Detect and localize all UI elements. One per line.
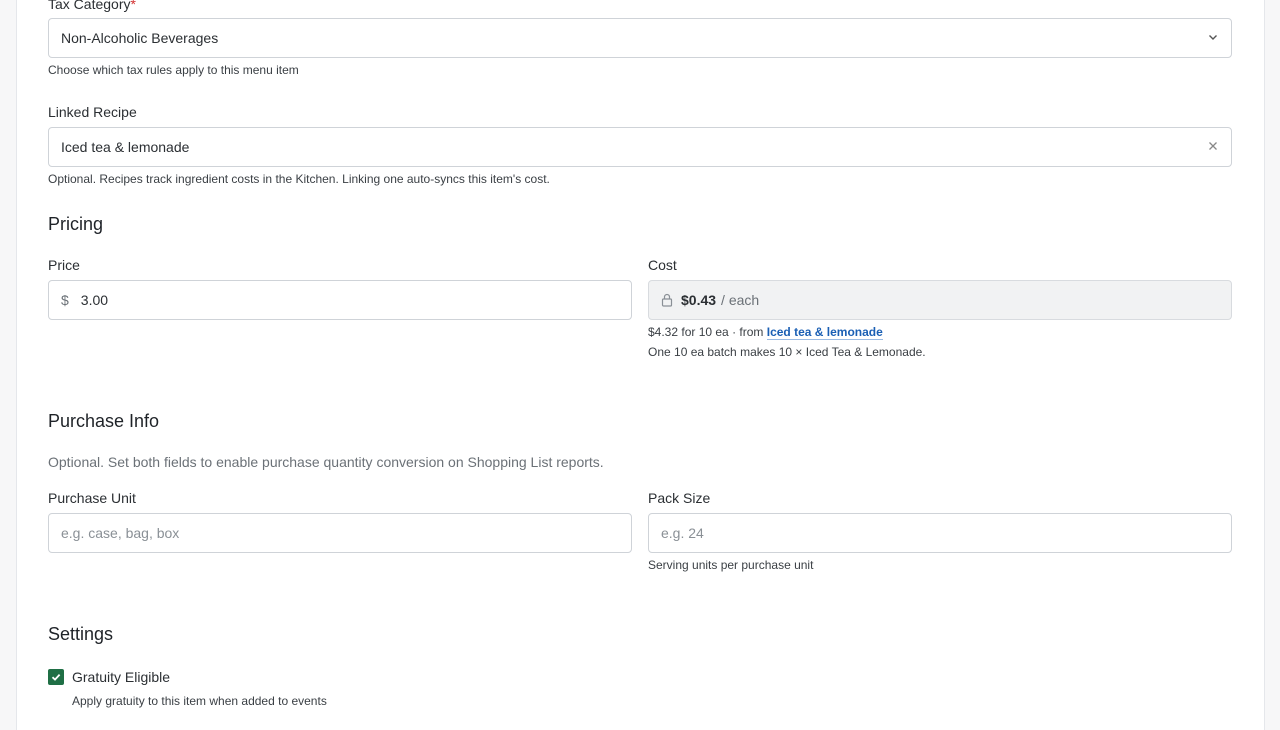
pricing-section-title: Pricing <box>48 214 104 234</box>
lock-icon <box>661 293 673 307</box>
chevron-down-icon <box>1207 30 1219 46</box>
purchase-info-description: Optional. Set both fields to enable purc… <box>48 454 604 470</box>
pack-size-input[interactable]: e.g. 24 <box>648 513 1232 553</box>
gratuity-checkbox[interactable] <box>48 669 64 685</box>
purchase-unit-label: Purchase Unit <box>48 490 136 506</box>
price-label: Price <box>48 257 80 273</box>
cost-label: Cost <box>648 257 677 273</box>
cost-detail: $4.32 for 10 ea · from Iced tea & lemona… <box>648 325 883 340</box>
batch-note: One 10 ea batch makes 10 × Iced Tea & Le… <box>648 345 926 359</box>
pack-size-placeholder: e.g. 24 <box>661 525 704 541</box>
form-card <box>16 0 1265 730</box>
cost-detail-text: $4.32 for 10 ea · from <box>648 325 764 339</box>
required-asterisk: * <box>130 0 136 12</box>
gratuity-label[interactable]: Gratuity Eligible <box>72 669 170 685</box>
tax-category-help: Choose which tax rules apply to this men… <box>48 63 299 77</box>
pack-size-label: Pack Size <box>648 490 711 506</box>
pack-size-help: Serving units per purchase unit <box>648 558 814 572</box>
clear-icon[interactable] <box>1207 139 1219 155</box>
settings-section-title: Settings <box>48 624 114 644</box>
recipe-link[interactable]: Iced tea & lemonade <box>766 325 883 340</box>
purchase-info-section-title: Purchase Info <box>48 411 160 431</box>
tax-category-select[interactable]: Non-Alcoholic Beverages <box>48 18 1232 58</box>
checkmark-icon <box>51 673 61 681</box>
purchase-unit-input[interactable]: e.g. case, bag, box <box>48 513 632 553</box>
cost-value: $0.43 <box>681 292 717 308</box>
tax-category-label: Tax Category* <box>48 0 136 12</box>
linked-recipe-label: Linked Recipe <box>48 104 137 120</box>
price-input[interactable]: $ 3.00 <box>48 280 632 320</box>
price-value: 3.00 <box>80 292 109 308</box>
linked-recipe-field[interactable]: Iced tea & lemonade <box>48 127 1232 167</box>
linked-recipe-help: Optional. Recipes track ingredient costs… <box>48 172 550 186</box>
tax-category-value: Non-Alcoholic Beverages <box>61 30 219 46</box>
purchase-unit-placeholder: e.g. case, bag, box <box>61 525 180 541</box>
cost-field: $0.43 / each <box>648 280 1232 320</box>
cost-unit: / each <box>721 292 760 308</box>
linked-recipe-value: Iced tea & lemonade <box>61 139 190 155</box>
currency-symbol: $ <box>61 292 69 308</box>
gratuity-help: Apply gratuity to this item when added t… <box>72 694 327 708</box>
